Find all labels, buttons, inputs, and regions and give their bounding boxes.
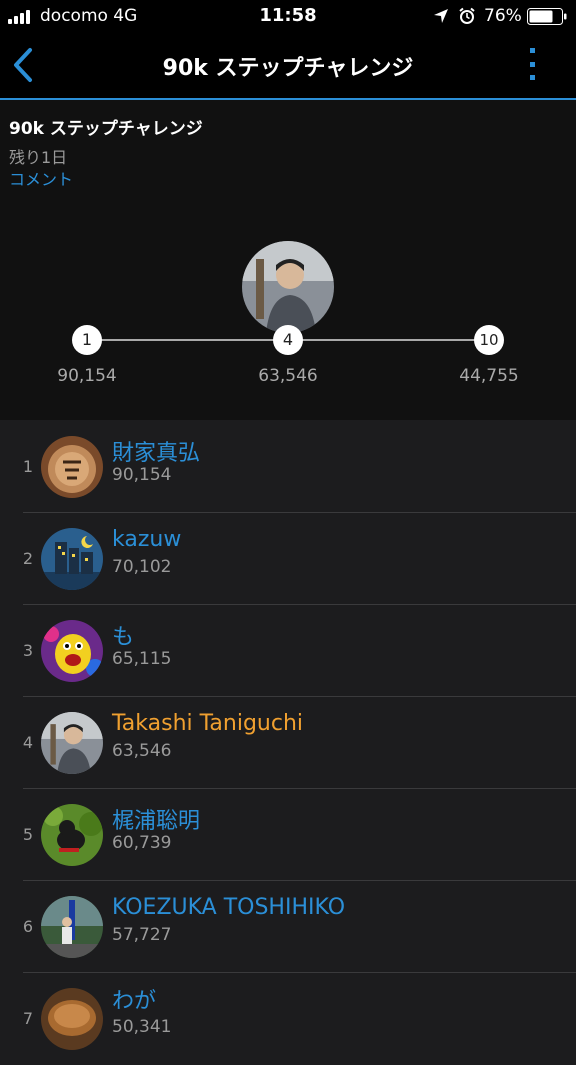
progress-node-current: 4 [273,325,303,355]
avatar [41,620,103,682]
rank-number: 2 [22,549,34,568]
battery-percent: 76% [484,6,522,26]
user-name: Takashi Taniguchi [112,711,304,736]
user-name: 財家真弘 [112,441,201,466]
avatar [41,712,103,774]
step-count: 63,546 [112,741,172,761]
user-name: KOEZUKA TOSHIHIKO [112,895,346,920]
user-name: kazuw [112,527,182,552]
challenge-title: 90k ステップチャレンジ [9,119,203,139]
more-menu-button[interactable] [520,46,544,82]
alarm-icon [459,7,475,24]
days-remaining: 残り1日 [9,148,68,167]
step-count: 50,341 [112,1017,172,1037]
page-title: 90k ステップチャレンジ [162,56,414,81]
current-user-avatar [242,241,334,333]
progress-node-first: 1 [72,325,102,355]
step-count: 70,102 [112,557,172,577]
step-count: 65,115 [112,649,172,669]
rank-number: 5 [22,825,34,844]
status-bar: docomo 4G 11:58 76% [0,0,576,32]
progress-value-current: 63,546 [258,366,318,386]
progress-node-last: 10 [474,325,504,355]
avatar [41,896,103,958]
list-item[interactable]: 5 梶浦聡明 60,739 [0,789,576,881]
progress-value-last: 44,755 [459,366,519,386]
challenge-summary: 90k ステップチャレンジ 残り1日 コメント 1 4 10 90,154 63… [0,100,576,420]
list-item[interactable]: 4 Takashi Taniguchi 63,546 [0,697,576,789]
step-count: 60,739 [112,833,172,853]
list-item[interactable]: 6 KOEZUKA TOSHIHIKO 57,727 [0,881,576,973]
avatar [41,804,103,866]
location-arrow-icon [434,9,448,23]
comment-link[interactable]: コメント [9,166,73,190]
list-item[interactable]: 3 も 65,115 [0,605,576,697]
user-name: わが [112,989,157,1014]
list-item[interactable]: 2 kazuw 70,102 [0,513,576,605]
rank-number: 4 [22,733,34,752]
rank-number: 6 [22,917,34,936]
avatar [41,528,103,590]
avatar [41,436,103,498]
step-count: 57,727 [112,925,172,945]
rank-number: 1 [22,457,34,476]
battery-icon [527,8,567,25]
progress-value-first: 90,154 [57,366,117,386]
rank-number: 7 [22,1009,34,1028]
step-count: 90,154 [112,465,172,485]
rank-number: 3 [22,641,34,660]
user-name: 梶浦聡明 [112,809,201,834]
list-item[interactable]: 1 財家真弘 90,154 [0,421,576,513]
vertical-dots-icon [529,48,535,53]
avatar [41,988,103,1050]
list-item[interactable]: 7 わが 50,341 [0,973,576,1065]
user-name: も [112,625,135,650]
nav-bar: 90k ステップチャレンジ [0,32,576,100]
